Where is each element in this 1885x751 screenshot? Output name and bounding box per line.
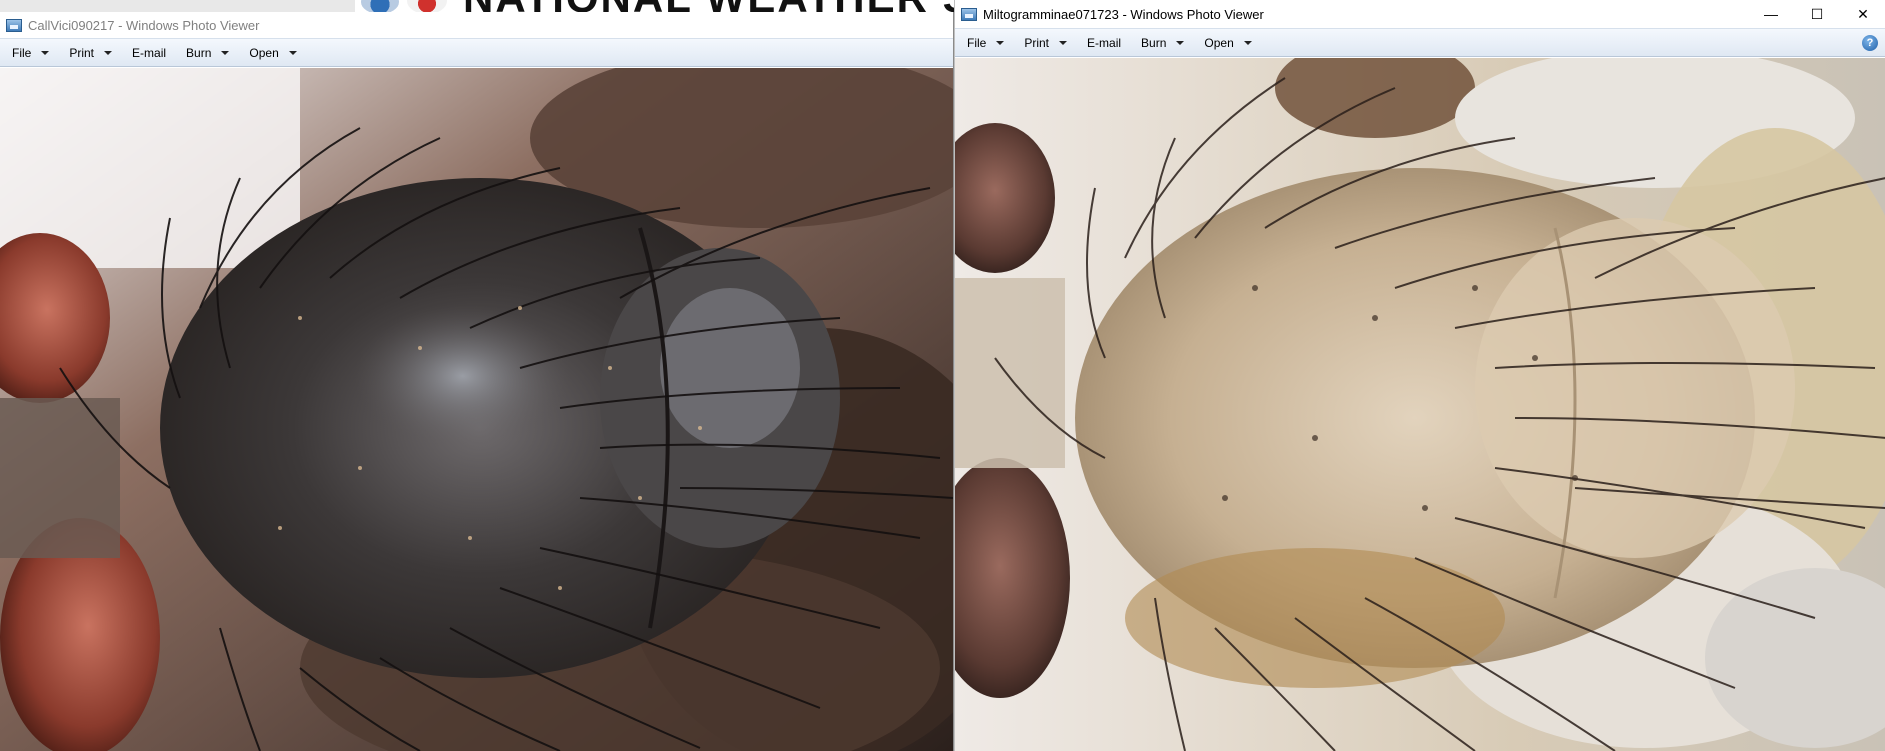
close-button[interactable]: ✕ (1840, 0, 1885, 28)
menu-open[interactable]: Open (1198, 29, 1257, 56)
menu-file-label: File (12, 45, 32, 60)
fly-thorax-photo-dark (0, 68, 953, 751)
menu-email-label: E-mail (132, 45, 167, 60)
photo-viewer-icon (6, 18, 22, 32)
caption-buttons: — ☐ ✕ (1748, 0, 1885, 28)
menu-file-label: File (967, 35, 987, 50)
maximize-button[interactable]: ☐ (1794, 0, 1840, 28)
menu-burn-label: Burn (1141, 35, 1167, 50)
caret-down-icon (104, 50, 113, 55)
menu-email-label: E-mail (1087, 35, 1122, 50)
title-bar[interactable]: CallVici090217 - Windows Photo Viewer — (0, 12, 953, 38)
menu-bar: File Print E-mail Burn Open ? (955, 28, 1885, 57)
caret-down-icon (1176, 40, 1185, 45)
photo-viewer-window-right[interactable]: Miltogramminae071723 - Windows Photo Vie… (954, 0, 1885, 751)
caret-down-icon (288, 50, 297, 55)
menu-file[interactable]: File (961, 29, 1010, 56)
menu-email[interactable]: E-mail (1081, 29, 1127, 56)
photo-display-area[interactable] (0, 68, 953, 751)
caret-down-icon (1243, 40, 1252, 45)
photo-display-area[interactable] (955, 58, 1885, 751)
menu-print[interactable]: Print (63, 39, 118, 66)
minimize-button[interactable]: — (937, 12, 953, 38)
caret-down-icon (996, 40, 1005, 45)
menu-burn[interactable]: Burn (180, 39, 235, 66)
menu-open-label: Open (249, 45, 279, 60)
menu-print-label: Print (1024, 35, 1050, 50)
menu-open[interactable]: Open (243, 39, 302, 66)
menu-bar: File Print E-mail Burn Open (0, 38, 953, 67)
menu-open-label: Open (1204, 35, 1234, 50)
caret-down-icon (1059, 40, 1068, 45)
photo-viewer-window-left[interactable]: CallVici090217 - Windows Photo Viewer — … (0, 12, 954, 751)
caret-down-icon (221, 50, 230, 55)
menu-file[interactable]: File (6, 39, 55, 66)
menu-burn[interactable]: Burn (1135, 29, 1190, 56)
caret-down-icon (41, 50, 50, 55)
desktop: NATIONAL WEATHER SERVIC CallVici090217 -… (0, 0, 1885, 751)
photo-viewer-icon (961, 7, 977, 21)
minimize-button[interactable]: — (1748, 0, 1794, 28)
window-title: Miltogramminae071723 - Windows Photo Vie… (983, 6, 1264, 22)
window-title: CallVici090217 - Windows Photo Viewer (28, 17, 260, 33)
title-bar[interactable]: Miltogramminae071723 - Windows Photo Vie… (955, 0, 1885, 28)
menu-print-label: Print (69, 45, 95, 60)
fly-thorax-photo-light (955, 58, 1885, 751)
menu-print[interactable]: Print (1018, 29, 1073, 56)
caption-buttons: — (937, 12, 953, 40)
menu-email[interactable]: E-mail (126, 39, 172, 66)
help-icon[interactable]: ? (1862, 35, 1878, 51)
menu-burn-label: Burn (186, 45, 212, 60)
